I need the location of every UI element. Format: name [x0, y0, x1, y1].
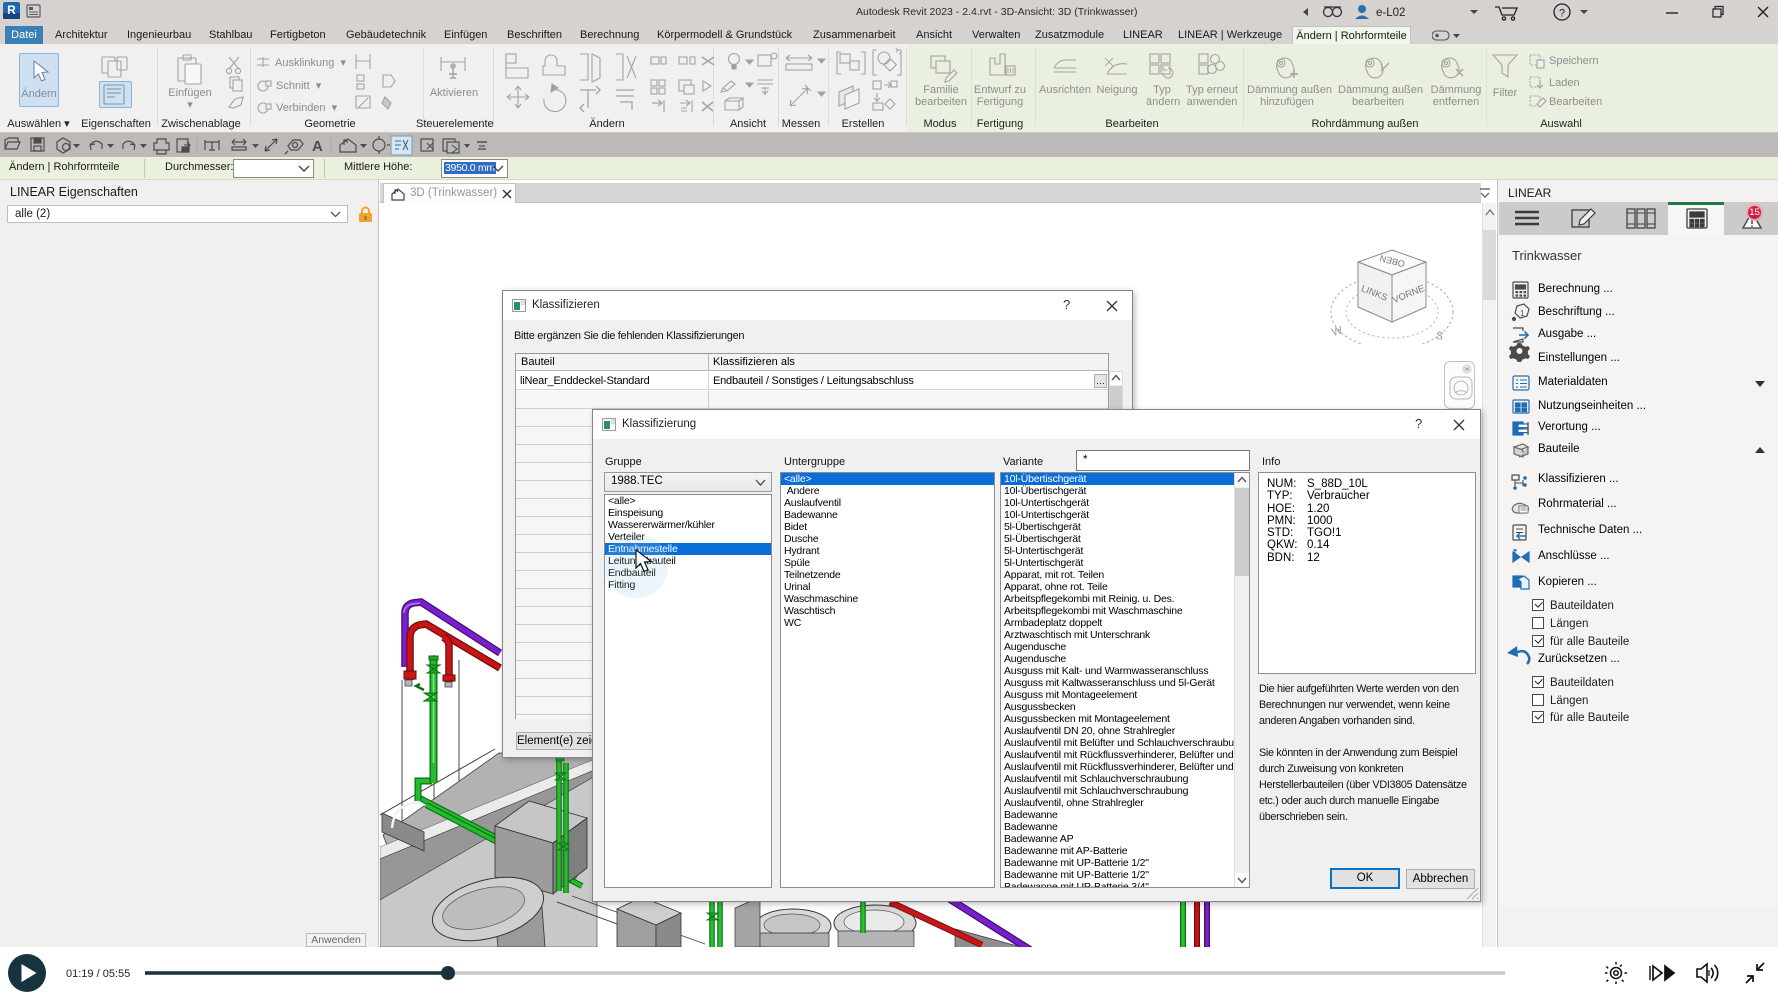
svg-text:A: A [312, 138, 323, 155]
svg-text:R: R [7, 3, 16, 17]
svg-text:01:19 / 05:55: 01:19 / 05:55 [66, 968, 130, 980]
svg-text:e-L02: e-L02 [1376, 7, 1405, 19]
svg-text:1: 1 [1520, 309, 1525, 318]
svg-text:?: ? [1559, 8, 1565, 20]
svg-text:S: S [1434, 330, 1444, 343]
svg-text:W: W [1330, 324, 1344, 339]
